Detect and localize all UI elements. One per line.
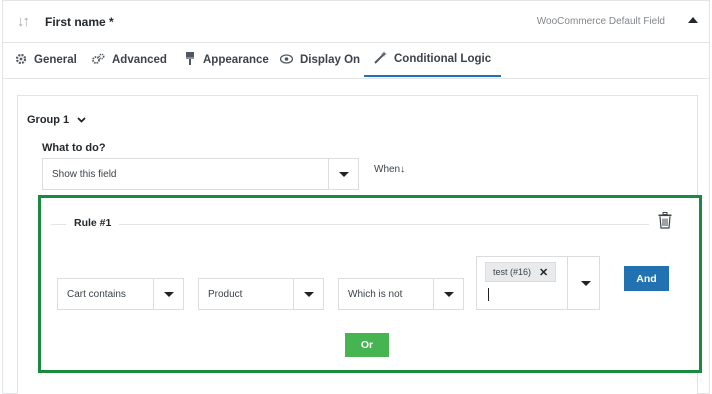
tab-bar: General Advanced Appearance Display On C… — [3, 43, 709, 79]
tab-display-on[interactable]: Display On — [279, 43, 360, 77]
field-title: First name * — [45, 15, 114, 29]
product-multiselect[interactable]: test (#16) ✕ — [476, 256, 600, 310]
tab-general[interactable]: General — [14, 43, 77, 77]
gear-icon — [14, 53, 27, 68]
selected-tag: test (#16) ✕ — [485, 262, 557, 282]
chevron-down-icon[interactable] — [77, 114, 86, 126]
sort-arrows-icon[interactable]: ↓↑ — [17, 13, 30, 30]
operator-select[interactable]: Which is not — [338, 278, 464, 310]
multiselect-input-area[interactable]: test (#16) ✕ — [477, 257, 568, 309]
paint-brush-icon — [183, 52, 196, 68]
trash-icon[interactable] — [658, 212, 672, 234]
remove-tag-icon[interactable]: ✕ — [539, 266, 548, 279]
tab-appearance[interactable]: Appearance — [183, 43, 269, 77]
when-label: When↓ — [374, 164, 406, 175]
action-select[interactable]: Show this field — [42, 158, 359, 190]
rule-divider — [51, 224, 649, 225]
eye-icon — [279, 53, 294, 67]
dropdown-arrow-icon[interactable] — [328, 159, 358, 189]
or-button[interactable]: Or — [345, 333, 389, 357]
text-cursor — [488, 288, 489, 301]
tab-conditional-logic[interactable]: Conditional Logic — [364, 43, 502, 77]
arrow-down-icon: ↓ — [400, 164, 406, 175]
rule-label: Rule #1 — [66, 217, 120, 229]
caret-up-icon[interactable] — [688, 17, 698, 23]
field-type-label: WooCommerce Default Field — [536, 16, 665, 27]
field-header[interactable]: ↓↑ First name * WooCommerce Default Fiel… — [3, 1, 709, 43]
entity-select[interactable]: Product — [198, 278, 324, 310]
gears-icon — [92, 53, 105, 68]
and-button[interactable]: And — [624, 266, 669, 291]
dropdown-arrow-icon[interactable] — [293, 279, 323, 309]
what-to-do-label: What to do? — [42, 142, 106, 154]
conditional-logic-panel: Group 1 What to do? Show this field When… — [17, 95, 702, 394]
dropdown-arrow-icon[interactable] — [433, 279, 463, 309]
dropdown-arrow-icon[interactable] — [153, 279, 183, 309]
tab-advanced[interactable]: Advanced — [92, 43, 167, 77]
rule-box: Rule #1 Cart contains Product Which is n… — [38, 195, 702, 373]
condition-select[interactable]: Cart contains — [57, 278, 184, 310]
dropdown-arrow-icon[interactable] — [581, 281, 591, 286]
magic-wand-icon — [374, 51, 387, 67]
field-editor: ↓↑ First name * WooCommerce Default Fiel… — [2, 0, 710, 394]
group-toggle[interactable]: Group 1 — [27, 114, 86, 126]
group-label: Group 1 — [27, 114, 70, 126]
